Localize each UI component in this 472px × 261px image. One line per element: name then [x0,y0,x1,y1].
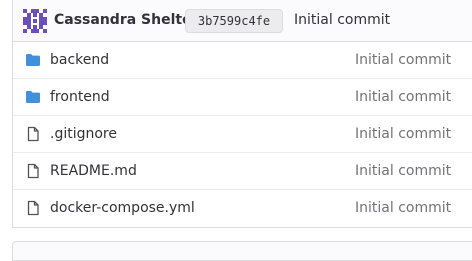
folder-icon [26,91,40,103]
commit-message-link[interactable]: Initial commit [294,12,390,28]
file-commit-message[interactable]: Initial commit [355,163,451,179]
file-list: backend Initial commit frontend Initial … [13,42,472,227]
file-name-link[interactable]: backend [50,52,109,68]
file-row-readme[interactable]: README.md Initial commit [13,153,472,190]
file-name-link[interactable]: docker-compose.yml [50,200,195,216]
file-row-backend[interactable]: backend Initial commit [13,42,472,79]
commit-sha-button[interactable]: 3b7599c4fe [185,9,283,33]
file-name-link[interactable]: .gitignore [50,126,117,142]
file-icon [27,163,39,179]
file-commit-message[interactable]: Initial commit [355,200,451,216]
file-name-link[interactable]: README.md [50,163,137,179]
file-icon [27,126,39,142]
file-row-docker-compose[interactable]: docker-compose.yml Initial commit [13,190,472,227]
file-commit-message[interactable]: Initial commit [355,126,451,142]
file-row-frontend[interactable]: frontend Initial commit [13,79,472,116]
repository-file-browser: Cassandra Shelton 3b7599c4fe Initial com… [12,0,472,228]
file-commit-message[interactable]: Initial commit [355,89,451,105]
author-avatar[interactable] [23,9,47,33]
readme-panel-header [12,241,472,261]
file-commit-message[interactable]: Initial commit [355,52,451,68]
file-icon [27,200,39,216]
file-name-link[interactable]: frontend [50,89,110,105]
file-row-gitignore[interactable]: .gitignore Initial commit [13,116,472,153]
folder-icon [26,54,40,66]
last-commit-bar: Cassandra Shelton 3b7599c4fe Initial com… [13,0,472,42]
commit-author-link[interactable]: Cassandra Shelton [54,12,202,28]
